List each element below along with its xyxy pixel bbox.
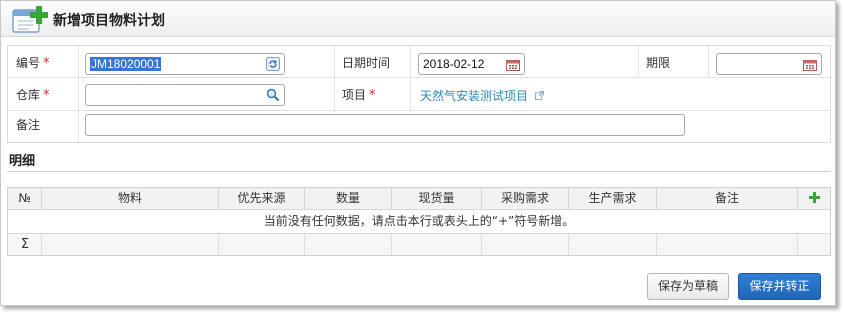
table-header[interactable]: № 物料 优先来源 数量 现货量 采购需求 生产需求 备注: [8, 188, 830, 210]
calendar-icon[interactable]: [803, 58, 817, 72]
header-form: 编号 * JM18020001 日期时间 2018-02-12 期限 仓库 * …: [7, 45, 831, 143]
column-header-no: №: [8, 188, 42, 209]
warehouse-input[interactable]: [85, 84, 285, 106]
dialog-window: 新增项目物料计划 编号 * JM18020001 日期时间 2018-02-12…: [0, 0, 836, 306]
empty-placeholder-row[interactable]: 当前没有任何数据，请点击本行或表头上的“+”符号新增。: [8, 210, 830, 234]
column-header-remark: 备注: [657, 188, 798, 209]
deadline-label: 期限: [646, 56, 671, 70]
remark-label: 备注: [16, 118, 41, 132]
add-document-icon: [12, 6, 48, 33]
detail-table: № 物料 优先来源 数量 现货量 采购需求 生产需求 备注 当前没有任何数据，请…: [7, 187, 831, 256]
plus-icon[interactable]: [808, 192, 820, 203]
project-label: 项目 *: [342, 86, 376, 103]
remark-input[interactable]: [85, 114, 685, 136]
save-and-convert-button[interactable]: 保存并转正: [738, 273, 821, 300]
required-mark: *: [43, 88, 50, 103]
column-header-stock: 现货量: [392, 188, 482, 209]
project-label-text: 项目: [342, 88, 367, 102]
summary-cell: [219, 234, 305, 255]
refresh-icon[interactable]: [266, 57, 280, 71]
column-header-quantity: 数量: [305, 188, 392, 209]
calendar-icon[interactable]: [506, 58, 520, 72]
warehouse-label-text: 仓库: [16, 88, 41, 102]
required-mark: *: [369, 88, 376, 103]
sum-symbol: Σ: [20, 237, 30, 252]
detail-section-title: 明细: [9, 154, 36, 169]
column-header-material: 物料: [42, 188, 219, 209]
summary-cell: [482, 234, 569, 255]
external-link-icon[interactable]: [534, 91, 544, 100]
title-bar: 新增项目物料计划: [1, 1, 835, 37]
summary-cell: [305, 234, 392, 255]
search-icon[interactable]: [266, 88, 280, 102]
warehouse-label: 仓库 *: [16, 86, 50, 103]
datetime-label: 日期时间: [342, 56, 391, 70]
summary-cell: [42, 234, 219, 255]
save-draft-button[interactable]: 保存为草稿: [647, 273, 729, 300]
datetime-input[interactable]: 2018-02-12: [418, 53, 525, 75]
summary-cell: [392, 234, 482, 255]
datetime-value: 2018-02-12: [423, 57, 485, 71]
project-link[interactable]: 天然气安装测试项目: [420, 87, 544, 104]
summary-cell: [657, 234, 798, 255]
column-header-production: 生产需求: [569, 188, 657, 209]
code-value: JM18020001: [90, 57, 162, 71]
deadline-input[interactable]: [716, 53, 822, 75]
project-link-text[interactable]: 天然气安装测试项目: [420, 89, 528, 103]
summary-cell: [569, 234, 657, 255]
divider: [7, 171, 831, 172]
dialog-title: 新增项目物料计划: [53, 13, 165, 29]
column-header-purchase: 采购需求: [482, 188, 569, 209]
required-mark: *: [43, 56, 50, 71]
code-label: 编号 *: [16, 54, 50, 71]
add-row-button[interactable]: [798, 188, 830, 209]
code-label-text: 编号: [16, 56, 41, 70]
code-input[interactable]: JM18020001: [85, 53, 285, 75]
column-header-source: 优先来源: [219, 188, 305, 209]
summary-row: Σ: [8, 234, 830, 255]
summary-cell: [798, 234, 830, 255]
